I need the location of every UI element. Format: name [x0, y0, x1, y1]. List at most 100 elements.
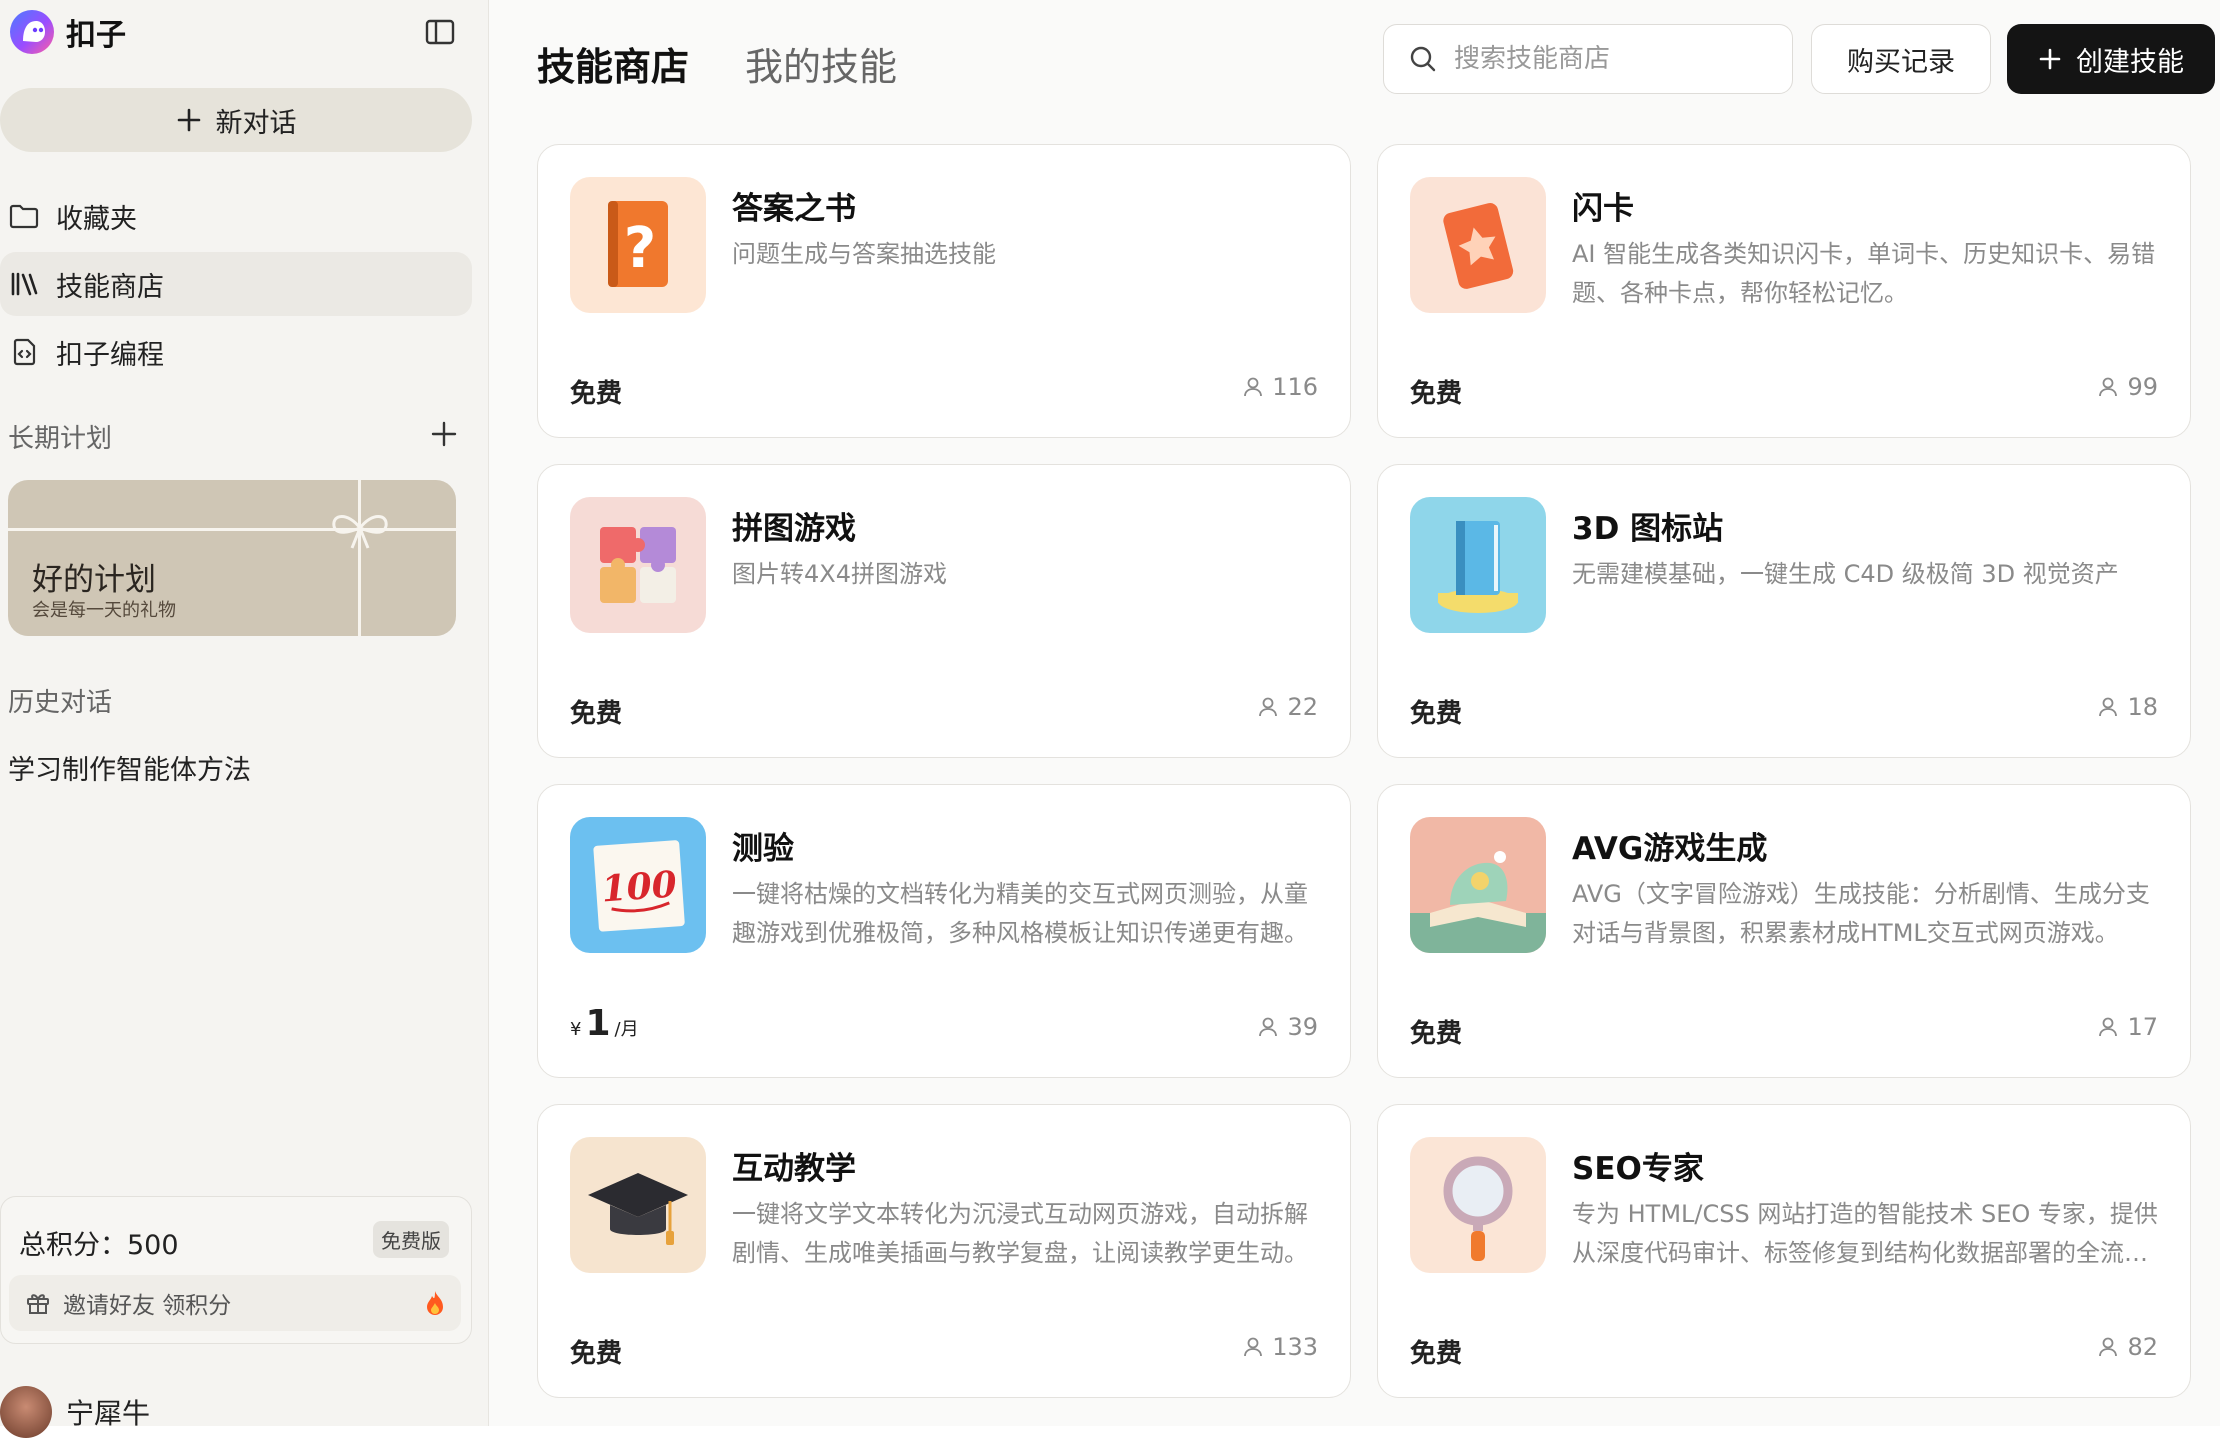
- price-amount: 1: [585, 1003, 611, 1044]
- tab-skill-store[interactable]: 技能商店: [537, 36, 689, 91]
- skill-user-count: 18: [2097, 693, 2158, 721]
- skill-user-count: 22: [1257, 693, 1318, 721]
- skill-card[interactable]: ? 答案之书 问题生成与答案抽选技能 免费 116: [537, 144, 1351, 438]
- sidebar-item-label: 技能商店: [56, 271, 164, 303]
- purchase-history-button[interactable]: 购买记录: [1811, 24, 1991, 94]
- skill-user-count: 99: [2097, 373, 2158, 401]
- skill-card[interactable]: 拼图游戏 图片转4X4拼图游戏 免费 22: [537, 464, 1351, 758]
- skill-price: 免费: [1410, 379, 1463, 409]
- score-100-icon: 100: [570, 817, 706, 953]
- add-plan-icon[interactable]: [426, 416, 462, 452]
- question-book-icon: ?: [570, 177, 706, 313]
- avatar: [0, 1386, 52, 1438]
- sidebar-item-coze-coding[interactable]: 扣子编程: [0, 320, 472, 384]
- svg-text:?: ?: [624, 216, 656, 281]
- skill-card[interactable]: AVG游戏生成 AVG（文字冒险游戏）生成技能：分析剧情、生成分支对话与背景图，…: [1377, 784, 2191, 1078]
- skill-price: 免费: [1410, 699, 1463, 729]
- new-chat-button[interactable]: 新对话: [0, 88, 472, 152]
- create-skill-button[interactable]: 创建技能: [2007, 24, 2215, 94]
- gift-bow-icon: [332, 515, 388, 549]
- brand-name: 扣子: [66, 18, 126, 53]
- skill-card[interactable]: 3D 图标站 无需建模基础，一键生成 C4D 级极简 3D 视觉资产 免费 18: [1377, 464, 2191, 758]
- invite-friends-button[interactable]: 邀请好友 领积分: [9, 1275, 461, 1331]
- sidebar-item-favorites[interactable]: 收藏夹: [0, 184, 472, 248]
- user-count: 22: [1287, 693, 1318, 721]
- user-icon: [1244, 1337, 1263, 1357]
- skill-price: 免费: [570, 379, 623, 409]
- main-content: 技能商店 我的技能 购买记录 创建技能 ? 答案之书 问题生成与答案抽选技能 免…: [489, 0, 2220, 1426]
- skill-description: 问题生成与答案抽选技能: [732, 240, 996, 268]
- plan-title: 好的计划: [32, 562, 156, 598]
- flash-card-icon: [1410, 177, 1546, 313]
- skill-description: AI 智能生成各类知识闪卡，单词卡、历史知识卡、易错题、各种卡点，帮你轻松记忆。: [1572, 240, 2156, 307]
- user-count: 82: [2127, 1333, 2158, 1361]
- skill-description: 图片转4X4拼图游戏: [732, 560, 947, 588]
- skill-user-count: 82: [2097, 1333, 2158, 1361]
- skill-user-count: 39: [1257, 1013, 1318, 1041]
- skill-card[interactable]: 闪卡 AI 智能生成各类知识闪卡，单词卡、历史知识卡、易错题、各种卡点，帮你轻松…: [1377, 144, 2191, 438]
- skill-title: AVG游戏生成: [1572, 831, 1768, 867]
- invite-label: 邀请好友 领积分: [63, 1293, 232, 1319]
- sidebar-toggle-icon[interactable]: [422, 14, 458, 50]
- skill-price: 免费: [1410, 1339, 1463, 1369]
- user-icon: [1244, 377, 1263, 397]
- sidebar-item-label: 收藏夹: [56, 203, 137, 235]
- user-icon: [2099, 697, 2118, 717]
- plan-subtitle: 会是每一天的礼物: [32, 600, 176, 621]
- user-profile[interactable]: 宁犀牛: [0, 1386, 150, 1438]
- skill-title: 互动教学: [732, 1151, 856, 1187]
- user-count: 99: [2127, 373, 2158, 401]
- skill-price: 免费: [1410, 1019, 1463, 1049]
- sidebar-item-skill-store[interactable]: 技能商店: [0, 252, 472, 316]
- ribbon-vertical: [358, 480, 361, 636]
- user-count: 133: [1272, 1333, 1318, 1361]
- skill-title: 闪卡: [1572, 191, 1634, 227]
- plan-badge: 免费版: [373, 1221, 449, 1258]
- price-currency: ¥: [570, 1019, 582, 1040]
- user-icon: [1259, 1017, 1278, 1037]
- user-count: 39: [1287, 1013, 1318, 1041]
- skill-title: 3D 图标站: [1572, 511, 1724, 547]
- new-chat-label: 新对话: [215, 107, 297, 139]
- user-icon: [2099, 1017, 2118, 1037]
- user-count: 17: [2127, 1013, 2158, 1041]
- user-icon: [2099, 377, 2118, 397]
- points-card: 总积分：500 免费版 邀请好友 领积分: [0, 1196, 472, 1344]
- fire-icon: [427, 1291, 443, 1315]
- skill-card[interactable]: SEO专家 专为 HTML/CSS 网站打造的智能技术 SEO 专家，提供从深度…: [1377, 1104, 2191, 1398]
- graduation-cap-icon: [570, 1137, 706, 1273]
- search-box[interactable]: [1383, 24, 1793, 94]
- tab-my-skills[interactable]: 我的技能: [745, 36, 897, 91]
- create-skill-label: 创建技能: [2076, 46, 2184, 78]
- plus-icon: [177, 108, 200, 132]
- search-icon: [1410, 46, 1436, 72]
- skill-card[interactable]: 100 测验 一键将枯燥的文档转化为精美的交互式网页测验，从童趣游戏到优雅极简，…: [537, 784, 1351, 1078]
- skill-card[interactable]: 互动教学 一键将文学文本转化为沉浸式互动网页游戏，自动拆解剧情、生成唯美插画与教…: [537, 1104, 1351, 1398]
- skill-price: 免费: [570, 699, 623, 729]
- code-file-icon: [13, 338, 36, 366]
- history-item[interactable]: 学习制作智能体方法: [8, 748, 251, 787]
- skill-description: 一键将枯燥的文档转化为精美的交互式网页测验，从童趣游戏到优雅极简，多种风格模板让…: [732, 880, 1308, 947]
- magnifier-icon: [1410, 1137, 1546, 1273]
- skill-description: 一键将文学文本转化为沉浸式互动网页游戏，自动拆解剧情、生成唯美插画与教学复盘，让…: [732, 1200, 1308, 1267]
- plan-card[interactable]: 好的计划 会是每一天的礼物: [8, 480, 456, 636]
- skill-price: 免费: [570, 1339, 623, 1369]
- skill-title: 测验: [732, 831, 794, 867]
- skill-title: SEO专家: [1572, 1151, 1704, 1187]
- skill-user-count: 17: [2097, 1013, 2158, 1041]
- skill-user-count: 116: [1242, 373, 1318, 401]
- 3d-book-icon: [1410, 497, 1546, 633]
- folder-icon: [9, 204, 39, 229]
- search-input[interactable]: [1452, 43, 1776, 75]
- coze-logo-icon: [10, 10, 54, 54]
- user-name: 宁犀牛: [66, 1397, 151, 1430]
- user-count: 18: [2127, 693, 2158, 721]
- skill-description: AVG（文字冒险游戏）生成技能：分析剧情、生成分支对话与背景图，积累素材成HTM…: [1572, 880, 2150, 947]
- skill-title: 拼图游戏: [732, 511, 856, 547]
- brand[interactable]: 扣子: [8, 8, 126, 56]
- sidebar-item-label: 扣子编程: [56, 339, 164, 371]
- total-points: 总积分：500: [19, 1230, 179, 1261]
- gift-icon: [27, 1294, 49, 1314]
- price-unit: /月: [614, 1019, 639, 1040]
- sidebar: 扣子 新对话 收藏夹 技能商店 扣子编程 长期计划 好的计划 会是每一天的礼物 …: [0, 0, 489, 1438]
